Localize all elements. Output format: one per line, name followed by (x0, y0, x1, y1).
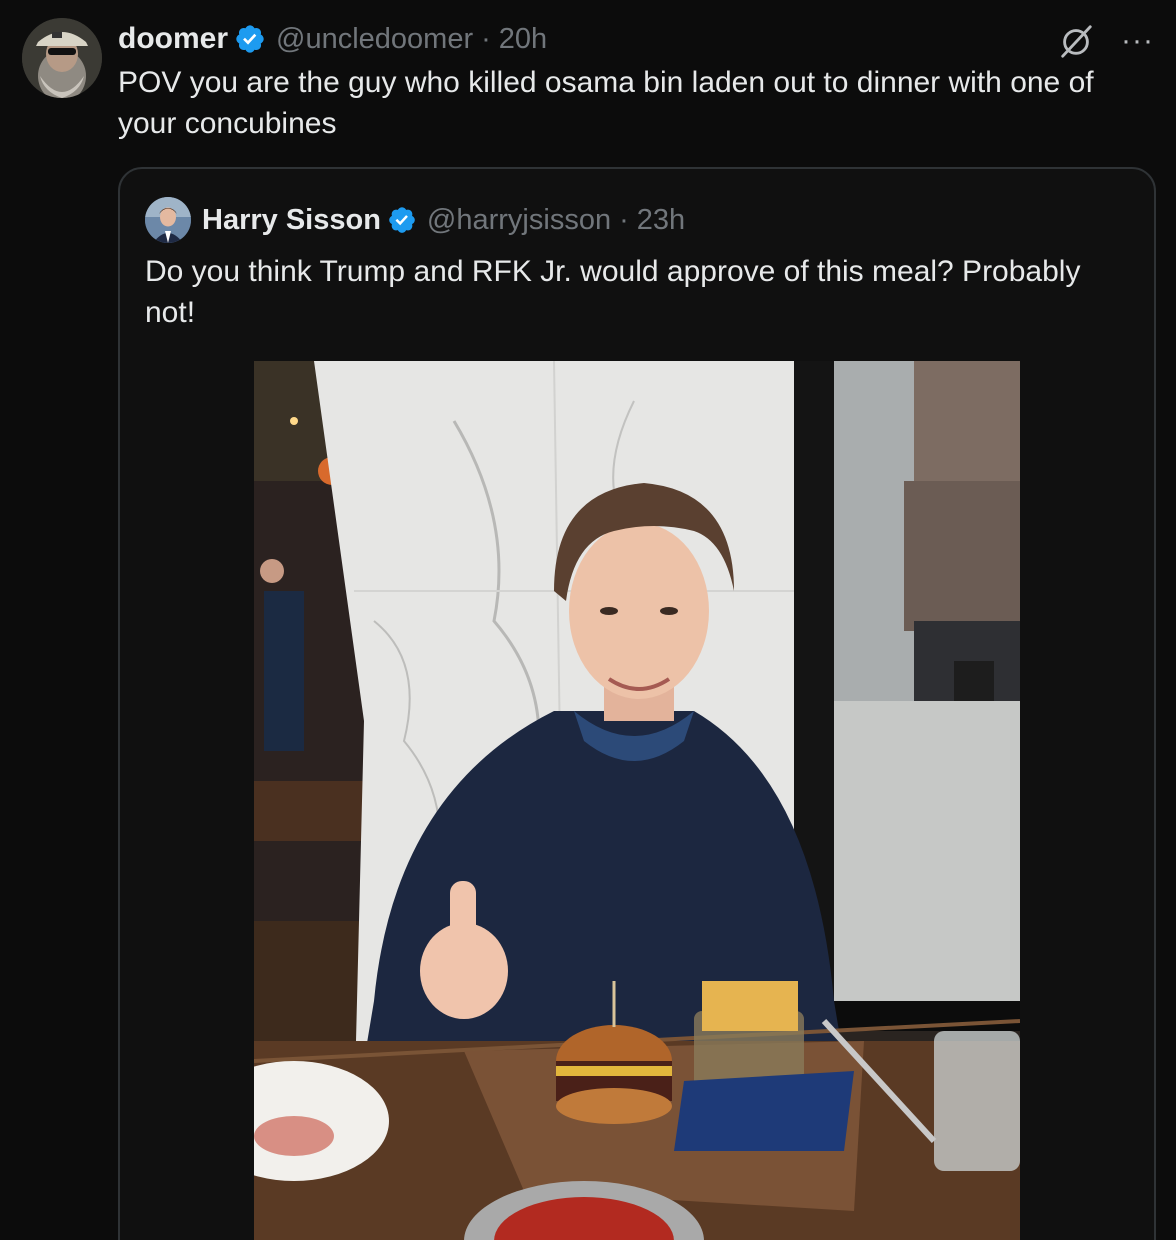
separator-dot: · (619, 203, 629, 236)
quoted-tweet-text: Do you think Trump and RFK Jr. would app… (145, 255, 1081, 329)
verified-badge-icon (389, 207, 415, 233)
grok-icon[interactable] (1057, 22, 1095, 60)
quoted-tweet-timestamp[interactable]: 23h (637, 204, 685, 237)
quoted-author-avatar[interactable] (145, 197, 191, 243)
quoted-tweet-photo[interactable] (254, 361, 1020, 1240)
quoted-tweet-header: Harry Sisson @harryjsisson · 23h (202, 197, 685, 243)
tweet-actions-top: ··· (1057, 22, 1154, 60)
tweet-header: doomer @uncledoomer · 20h (118, 18, 547, 60)
separator-dot: · (481, 22, 491, 55)
tweet-text: POV you are the guy who killed osama bin… (118, 66, 1094, 140)
author-handle[interactable]: @uncledoomer (276, 23, 473, 56)
author-display-name[interactable]: doomer (118, 22, 228, 56)
author-avatar[interactable] (22, 18, 102, 98)
quoted-author-display-name[interactable]: Harry Sisson (202, 204, 381, 237)
verified-badge-icon (236, 25, 264, 53)
quoted-tweet[interactable]: Harry Sisson @harryjsisson · 23h Do you … (118, 167, 1156, 1240)
tweet-timestamp[interactable]: 20h (499, 23, 547, 56)
tweet[interactable]: doomer @uncledoomer · 20h ··· POV you ar… (0, 0, 1176, 1240)
quoted-author-handle[interactable]: @harryjsisson (427, 204, 611, 237)
more-options-icon[interactable]: ··· (1121, 26, 1154, 56)
